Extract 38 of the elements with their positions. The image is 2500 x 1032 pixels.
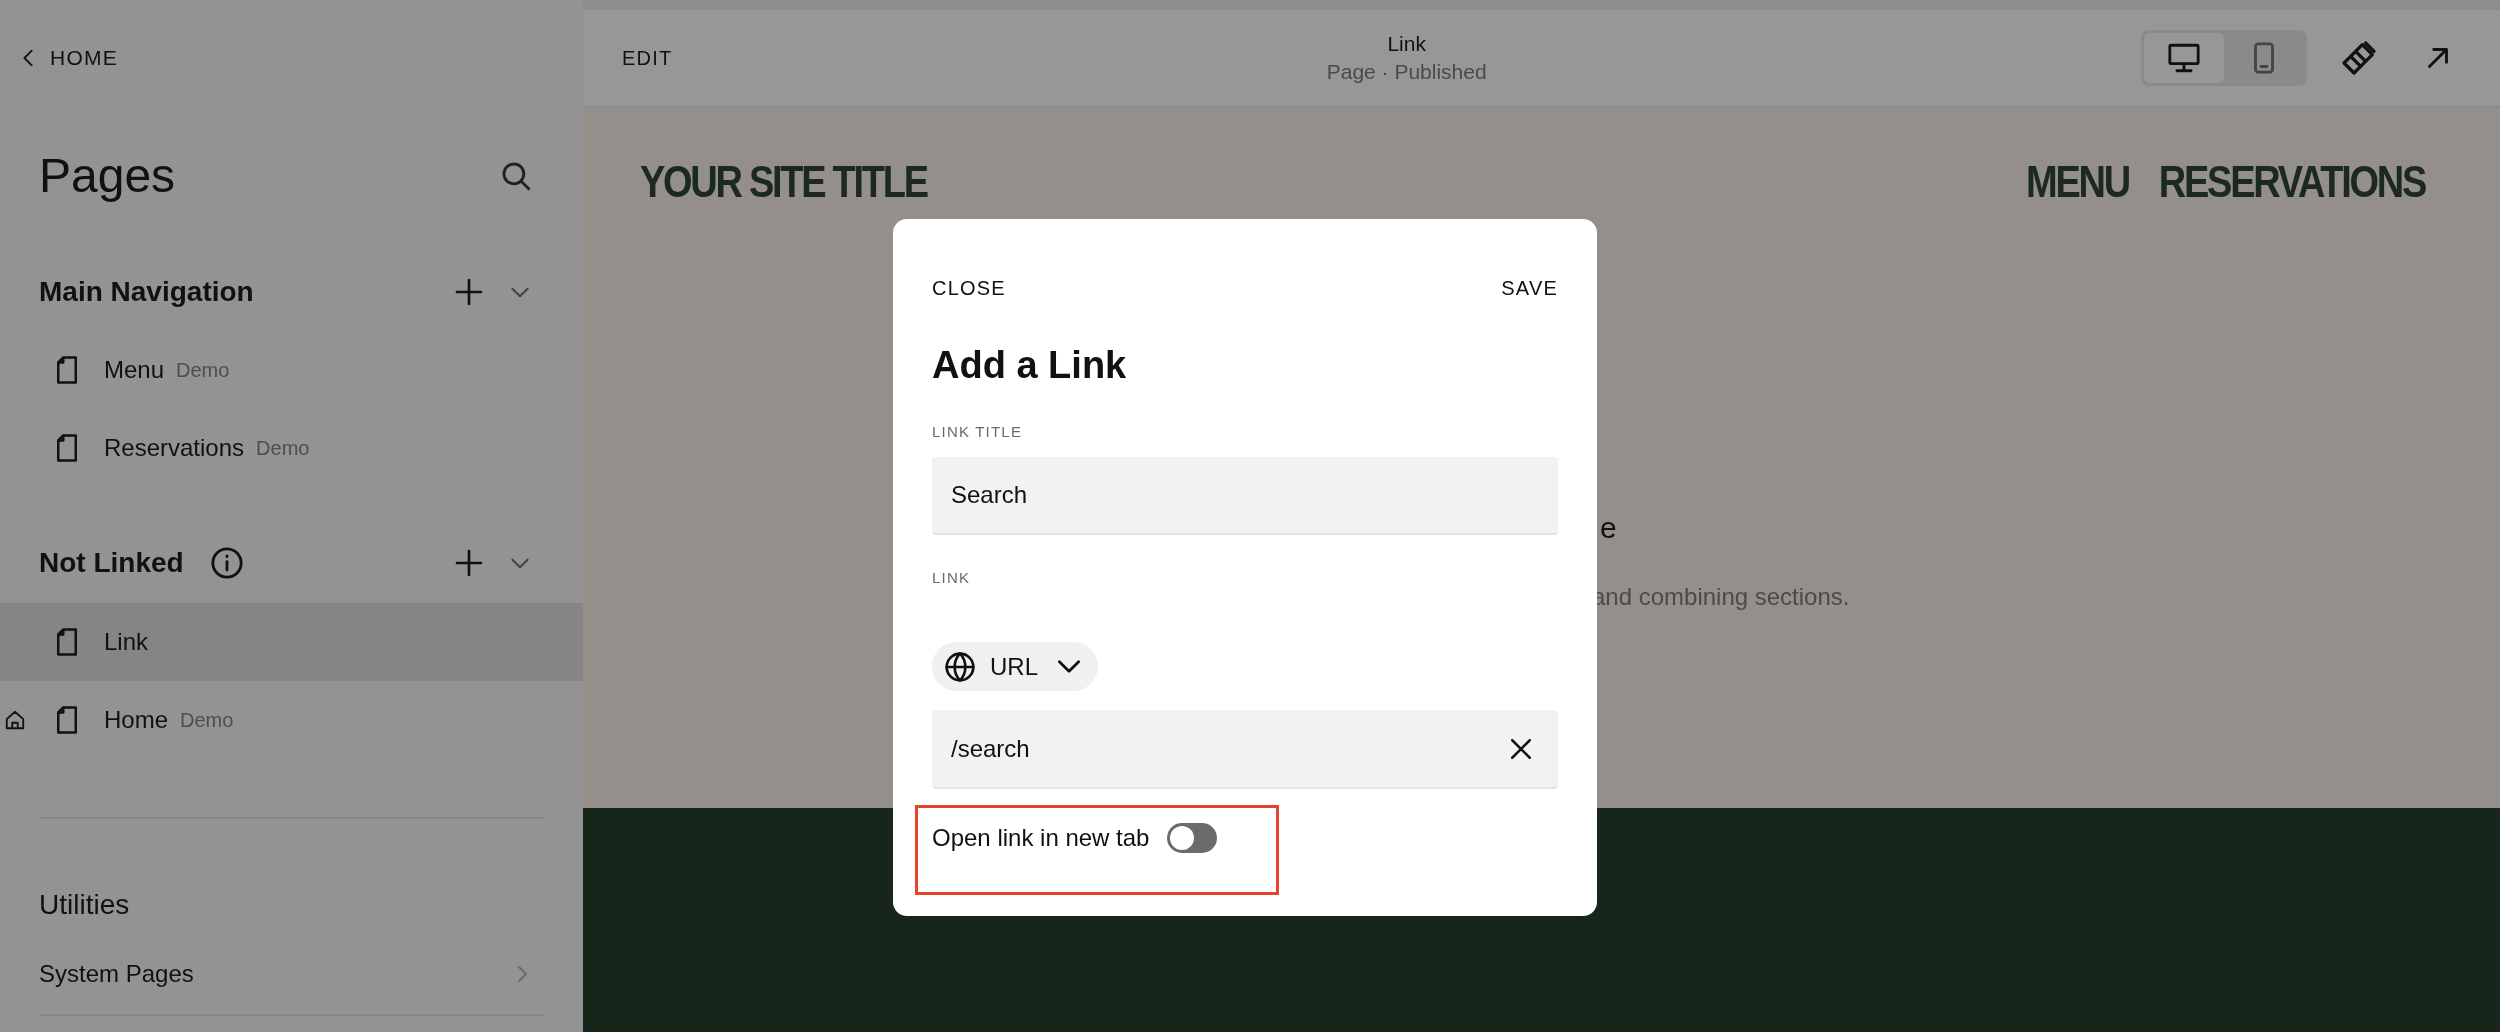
info-icon[interactable] <box>209 546 244 580</box>
dialog-title: Add a Link <box>932 343 1127 388</box>
site-nav-link[interactable]: RESERVATIONS <box>2158 149 2425 215</box>
demo-tag: Demo <box>256 433 310 463</box>
monitor-icon <box>2167 41 2201 75</box>
section-heading-fragment: e <box>1600 510 1618 546</box>
utility-item[interactable]: System Pages <box>39 954 544 994</box>
site-title: YOUR SITE TITLE <box>640 156 927 208</box>
add-icon[interactable] <box>453 547 485 579</box>
field-label: LINK <box>932 568 971 588</box>
globe-icon <box>944 650 976 683</box>
page-label: Link <box>104 627 149 657</box>
page-list-item[interactable]: Link <box>0 603 583 681</box>
back-link[interactable]: HOME <box>18 38 119 78</box>
section-heading: Utilities <box>39 888 131 922</box>
page-status: Page · Published <box>1326 59 1487 85</box>
demo-tag: Demo <box>180 705 234 735</box>
field-label: LINK TITLE <box>932 422 1023 442</box>
save-button[interactable]: SAVE <box>1501 273 1558 303</box>
desktop-view-button[interactable] <box>2144 33 2224 83</box>
add-icon[interactable] <box>453 276 485 308</box>
close-button[interactable]: CLOSE <box>932 273 1006 303</box>
link-type-dropdown[interactable]: URL <box>932 642 1098 691</box>
section-heading: Main Navigation <box>39 275 254 309</box>
section-heading: Not Linked <box>39 546 184 580</box>
caret-icon <box>1058 660 1080 673</box>
new-tab-toggle[interactable] <box>1167 823 1218 853</box>
url-field[interactable]: /search <box>932 710 1558 789</box>
page-label: Menu <box>104 355 165 385</box>
new-tab-label: Open link in new tab <box>932 823 1150 853</box>
sidebar-title: Pages <box>39 148 176 204</box>
link-title-field[interactable]: Search <box>932 457 1558 535</box>
demo-tag: Demo <box>176 355 230 385</box>
page-title: Link <box>1387 31 1426 57</box>
edit-button[interactable]: EDIT <box>622 43 673 73</box>
page-label: Reservations <box>104 433 245 463</box>
site-nav-link[interactable]: MENU <box>2026 149 2129 215</box>
page-label: Home <box>104 705 169 735</box>
